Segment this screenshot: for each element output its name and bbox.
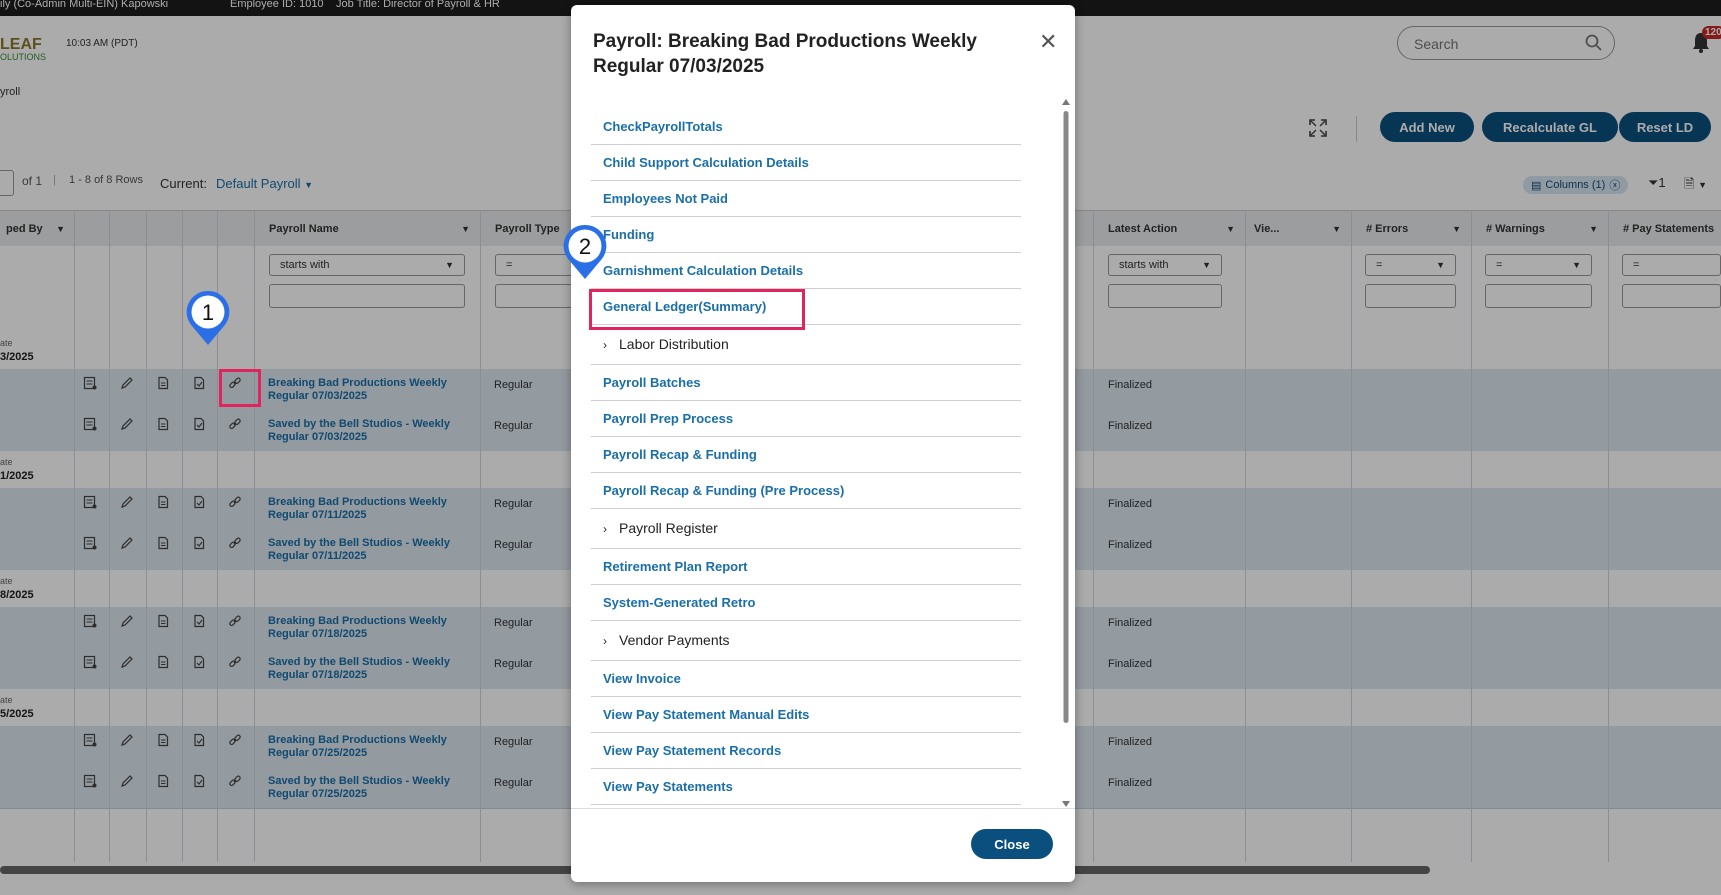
report-list: CheckPayrollTotals Child Support Calculat… [591,109,1021,813]
chevron-right-icon: › [603,338,607,352]
report-item-label: System-Generated Retro [603,595,756,610]
report-item-label: Payroll Recap & Funding (Pre Process) [603,483,845,498]
report-item-payroll-prep-process[interactable]: Payroll Prep Process [591,401,1021,437]
step1-pin-icon: 1 [186,290,230,345]
modal-title: Payroll: Breaking Bad Productions Weekly… [593,31,977,77]
report-group-label: Labor Distribution [619,336,729,352]
reports-modal: Payroll: Breaking Bad Productions Weekly… [571,5,1075,882]
report-item-payroll-recap-funding-pre-process[interactable]: Payroll Recap & Funding (Pre Process) [591,473,1021,509]
report-item-label: View Pay Statement Manual Edits [603,707,810,722]
report-item-label: Retirement Plan Report [603,559,748,574]
step2-pin-icon: 2 [563,224,607,279]
report-item-label: Child Support Calculation Details [603,155,809,170]
report-item-view-pay-statement-records[interactable]: View Pay Statement Records [591,733,1021,769]
svg-text:2: 2 [579,234,591,259]
report-item-payroll-batches[interactable]: Payroll Batches [591,365,1021,401]
report-item-view-pay-statement-manual-edits[interactable]: View Pay Statement Manual Edits [591,697,1021,733]
report-item-checkpayrolltotals[interactable]: CheckPayrollTotals [591,109,1021,145]
report-item-garnishment-calculation-details[interactable]: Garnishment Calculation Details [591,253,1021,289]
report-item-label: View Invoice [603,671,681,686]
report-item-label: Payroll Recap & Funding [603,447,757,462]
close-icon[interactable]: ✕ [1039,31,1057,53]
step1-highlight [219,369,261,407]
report-item-retirement-plan-report[interactable]: Retirement Plan Report [591,549,1021,585]
report-group-labor-distribution[interactable]: › Labor Distribution [591,325,1021,365]
report-item-label: View Pay Statements [603,779,733,794]
report-item-label: CheckPayrollTotals [603,119,723,134]
report-item-view-invoice[interactable]: View Invoice [591,661,1021,697]
close-button[interactable]: Close [971,829,1053,859]
report-item-system-generated-retro[interactable]: System-Generated Retro [591,585,1021,621]
step2-highlight [589,289,805,330]
report-item-label: View Pay Statement Records [603,743,782,758]
chevron-right-icon: › [603,522,607,536]
report-group-label: Vendor Payments [619,632,730,648]
svg-text:1: 1 [202,300,214,325]
report-item-view-pay-statements[interactable]: View Pay Statements [591,769,1021,805]
report-item-child-support-calculation-details[interactable]: Child Support Calculation Details [591,145,1021,181]
report-item-funding[interactable]: Funding [591,217,1021,253]
report-item-payroll-recap-funding[interactable]: Payroll Recap & Funding [591,437,1021,473]
report-item-label: Garnishment Calculation Details [603,263,804,278]
report-item-label: Payroll Prep Process [603,411,734,426]
report-item-label: Payroll Batches [603,375,701,390]
report-group-vendor-payments[interactable]: › Vendor Payments [591,621,1021,661]
modal-scrollbar[interactable] [1062,97,1070,811]
report-group-label: Payroll Register [619,520,718,536]
report-item-label: Employees Not Paid [603,191,728,206]
report-group-payroll-register[interactable]: › Payroll Register [591,509,1021,549]
chevron-right-icon: › [603,634,607,648]
modal-footer-divider [571,808,1075,809]
report-item-label: Funding [603,227,655,242]
report-item-employees-not-paid[interactable]: Employees Not Paid [591,181,1021,217]
